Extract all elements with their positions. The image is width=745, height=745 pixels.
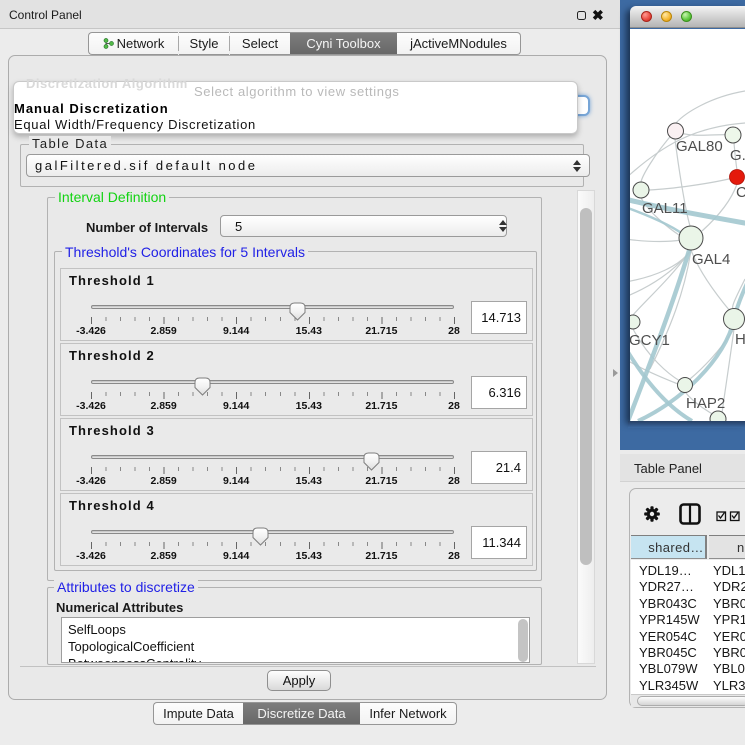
svg-text:GAL80: GAL80 (676, 138, 723, 155)
svg-text:H: H (735, 331, 745, 348)
svg-text:GAL4: GAL4 (692, 251, 730, 268)
svg-text:GCY1: GCY1 (630, 332, 670, 349)
svg-text:G.: G. (730, 147, 745, 164)
svg-text:GAL11: GAL11 (642, 200, 688, 217)
svg-text:HAP2: HAP2 (686, 395, 725, 412)
svg-text:C: C (736, 184, 745, 201)
